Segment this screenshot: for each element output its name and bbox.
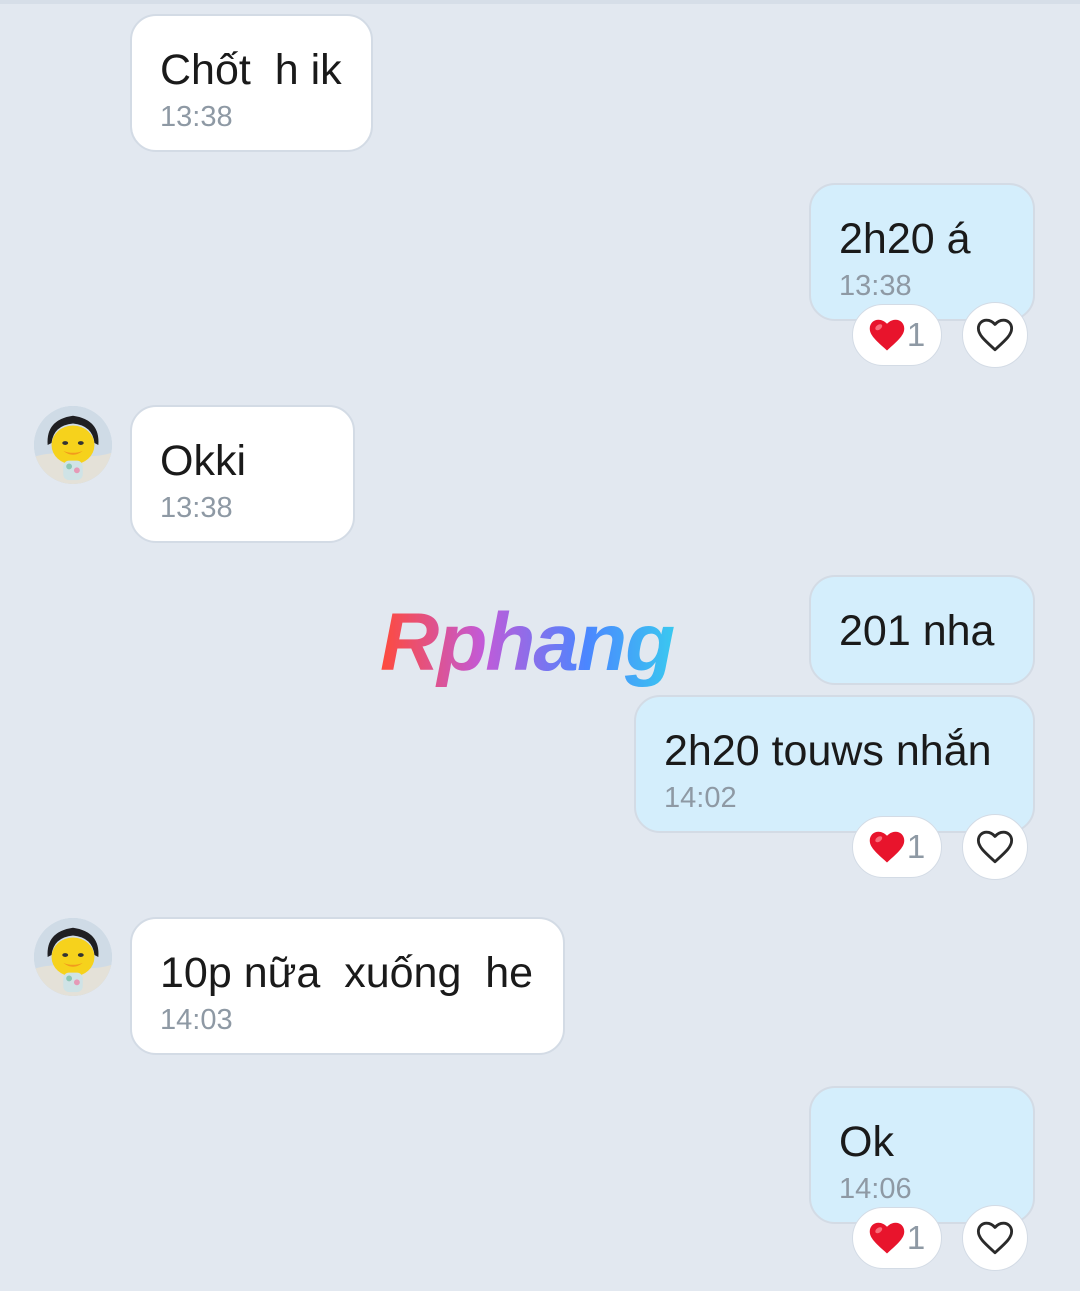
message-text: 10p nữa xuống he [160,949,534,997]
reaction-summary[interactable]: 1 [852,304,942,366]
message-bubble-outgoing[interactable]: 201 nha [809,575,1035,685]
message-text: 2h20 á [839,215,971,263]
message-time: 13:38 [160,492,233,524]
duck-avatar-icon [34,918,112,996]
watermark-logo: Rphang [380,597,676,688]
red-heart-icon [869,1222,905,1255]
red-heart-icon [869,319,905,352]
message-bubble-incoming[interactable]: Okki 13:38 [130,405,355,543]
heart-outline-icon [976,1221,1014,1256]
message-bubble-incoming[interactable]: Chốt h ik 13:38 [130,14,373,152]
duck-avatar-icon [34,406,112,484]
message-text: 201 nha [839,607,995,655]
react-button[interactable] [962,814,1028,880]
message-bubble-outgoing[interactable]: Ok 14:06 [809,1086,1035,1224]
react-button[interactable] [962,1205,1028,1271]
avatar[interactable] [34,406,112,484]
message-text: Ok [839,1118,894,1166]
react-button[interactable] [962,302,1028,368]
heart-outline-icon [976,318,1014,353]
watermark-text: Rphang [380,597,674,688]
message-bubble-outgoing[interactable]: 2h20 touws nhắn 14:02 [634,695,1035,833]
message-time: 14:03 [160,1004,233,1036]
message-time: 13:38 [839,270,912,302]
message-bubble-outgoing[interactable]: 2h20 á 13:38 [809,183,1035,321]
message-time: 13:38 [160,101,233,133]
message-text: 2h20 touws nhắn [664,727,992,775]
heart-outline-icon [976,830,1014,865]
reaction-count: 1 [906,1219,926,1256]
message-text: Chốt h ik [160,46,342,94]
message-text: Okki [160,437,246,485]
avatar[interactable] [34,918,112,996]
reaction-summary[interactable]: 1 [852,816,942,878]
message-time: 14:06 [839,1173,912,1205]
reaction-count: 1 [906,316,926,353]
top-edge [0,0,1080,4]
reaction-count: 1 [906,828,926,865]
message-bubble-incoming[interactable]: 10p nữa xuống he 14:03 [130,917,565,1055]
red-heart-icon [869,831,905,864]
reaction-summary[interactable]: 1 [852,1207,942,1269]
message-time: 14:02 [664,782,737,814]
